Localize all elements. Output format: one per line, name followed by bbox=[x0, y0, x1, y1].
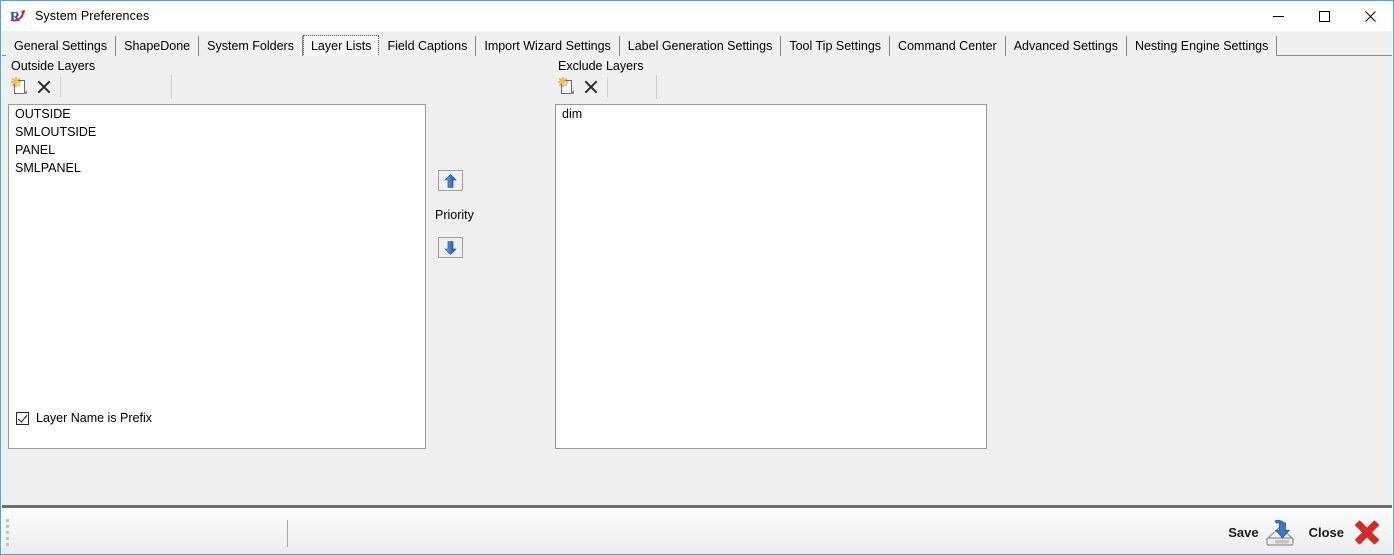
tab-import-wizard-settings[interactable]: Import Wizard Settings bbox=[476, 36, 620, 56]
minimize-button[interactable] bbox=[1255, 1, 1301, 31]
tab-general-settings[interactable]: General Settings bbox=[6, 36, 117, 56]
close-red-x-icon[interactable] bbox=[1352, 518, 1382, 548]
new-document-icon bbox=[10, 76, 29, 96]
tab-list: General Settings ShapeDone System Folder… bbox=[6, 34, 1278, 57]
exclude-layers-listbox[interactable]: dim bbox=[555, 104, 987, 449]
list-item[interactable]: SMLOUTSIDE bbox=[9, 123, 425, 141]
list-item[interactable]: dim bbox=[556, 105, 986, 123]
delete-x-icon bbox=[582, 78, 600, 96]
list-item[interactable]: SMLPANEL bbox=[9, 159, 425, 177]
exclude-toolbar-filler bbox=[608, 75, 657, 99]
bottom-toolbar-separator bbox=[287, 520, 288, 547]
outside-layers-delete-button[interactable] bbox=[32, 75, 56, 99]
list-item[interactable]: OUTSIDE bbox=[9, 105, 425, 123]
arrow-down-icon bbox=[444, 240, 457, 255]
arrow-up-icon bbox=[444, 173, 457, 188]
layer-lists-page: Outside Layers OUTSIDE SMLOUTSIDE PANEL … bbox=[2, 56, 1392, 508]
tab-command-center[interactable]: Command Center bbox=[890, 36, 1006, 56]
tab-system-folders[interactable]: System Folders bbox=[199, 36, 303, 56]
toolbar-grip[interactable] bbox=[6, 519, 9, 547]
list-item[interactable]: PANEL bbox=[9, 141, 425, 159]
maximize-button[interactable] bbox=[1301, 1, 1347, 31]
window-controls bbox=[1255, 1, 1393, 31]
exclude-layers-add-button[interactable] bbox=[555, 75, 579, 99]
app-r-icon: R bbox=[10, 8, 26, 25]
outside-layers-label: Outside Layers bbox=[11, 59, 96, 73]
svg-text:R: R bbox=[10, 10, 21, 24]
tab-shapedone[interactable]: ShapeDone bbox=[116, 36, 200, 56]
layer-name-is-prefix-row[interactable]: Layer Name is Prefix bbox=[16, 411, 152, 425]
window-title: System Preferences bbox=[35, 9, 150, 23]
tab-layer-lists[interactable]: Layer Lists bbox=[302, 35, 380, 57]
outside-layers-listbox[interactable]: OUTSIDE SMLOUTSIDE PANEL SMLPANEL bbox=[8, 104, 426, 449]
priority-label: Priority bbox=[435, 208, 474, 222]
exclude-layers-toolbar bbox=[555, 74, 657, 100]
tab-strip: General Settings ShapeDone System Folder… bbox=[2, 31, 1392, 57]
layer-name-is-prefix-label: Layer Name is Prefix bbox=[36, 411, 153, 425]
delete-x-icon bbox=[35, 78, 53, 96]
tab-field-captions[interactable]: Field Captions bbox=[379, 36, 477, 56]
outside-toolbar-filler bbox=[61, 75, 172, 99]
outside-layers-toolbar bbox=[8, 74, 172, 100]
save-drive-icon[interactable] bbox=[1263, 518, 1297, 548]
exclude-layers-delete-button[interactable] bbox=[579, 75, 603, 99]
layer-name-is-prefix-checkbox[interactable] bbox=[16, 411, 29, 425]
bottom-toolbar: Save Close bbox=[2, 511, 1392, 554]
system-preferences-window: R System Preferences General Settings Sh… bbox=[0, 0, 1394, 555]
tab-label-generation-settings[interactable]: Label Generation Settings bbox=[619, 36, 782, 56]
tab-nesting-engine-settings[interactable]: Nesting Engine Settings bbox=[1126, 36, 1278, 56]
priority-up-button[interactable] bbox=[438, 170, 463, 191]
bottom-actions: Save Close bbox=[1228, 511, 1382, 554]
exclude-layers-label: Exclude Layers bbox=[558, 59, 644, 73]
titlebar: R System Preferences bbox=[1, 1, 1393, 31]
outside-layers-add-button[interactable] bbox=[8, 75, 32, 99]
close-label: Close bbox=[1308, 525, 1344, 540]
save-label: Save bbox=[1228, 525, 1259, 540]
priority-down-button[interactable] bbox=[438, 237, 463, 258]
tab-advanced-settings[interactable]: Advanced Settings bbox=[1005, 36, 1127, 56]
new-document-icon bbox=[557, 76, 576, 96]
tab-tool-tip-settings[interactable]: Tool Tip Settings bbox=[781, 36, 891, 56]
close-window-button[interactable] bbox=[1347, 1, 1393, 31]
